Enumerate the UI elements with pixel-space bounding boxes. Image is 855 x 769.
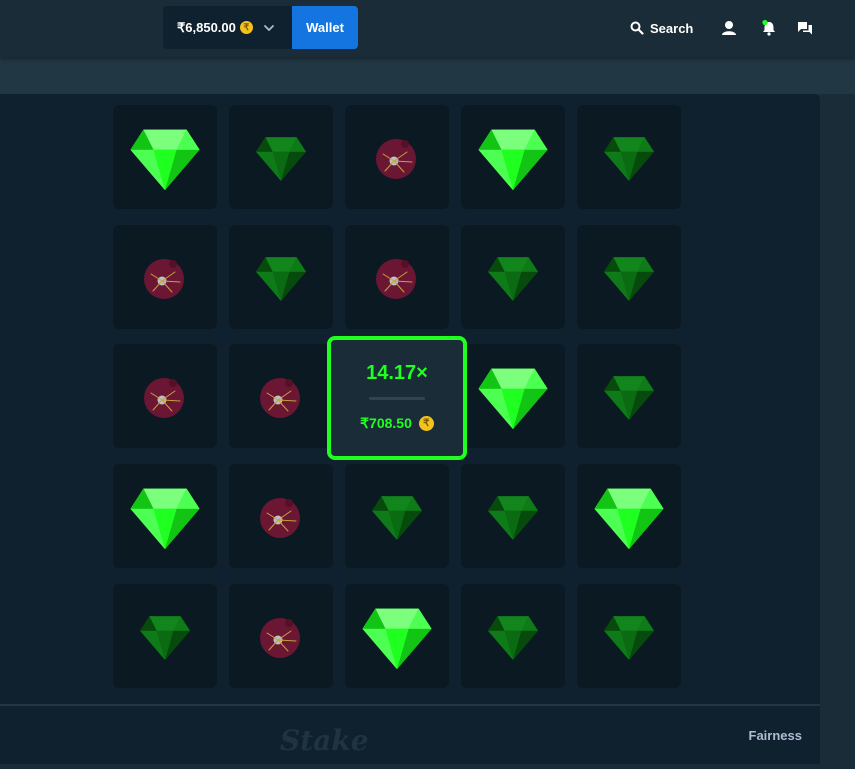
mine-icon — [376, 139, 416, 179]
game-footer: Stake Fairness — [0, 704, 820, 766]
board-tile[interactable] — [577, 344, 681, 448]
rupee-coin-icon: ₹ — [239, 21, 253, 34]
board-tile[interactable] — [229, 225, 333, 329]
gem-icon — [256, 257, 306, 301]
balance-selector[interactable]: ₹6,850.00 ₹ — [163, 6, 293, 49]
gem-icon — [488, 496, 538, 540]
board-tile[interactable] — [229, 464, 333, 568]
gem-icon — [604, 616, 654, 660]
board-tile[interactable] — [113, 464, 217, 568]
board-tile[interactable] — [345, 105, 449, 209]
fairness-link[interactable]: Fairness — [749, 728, 802, 743]
chevron-down-icon — [263, 24, 274, 31]
top-bar: ₹6,850.00 ₹ Wallet Search — [0, 0, 855, 57]
mine-icon — [260, 378, 300, 418]
user-icon[interactable] — [720, 19, 738, 37]
gem-icon — [488, 257, 538, 301]
revealed-gem-icon — [130, 129, 200, 191]
board-tile[interactable] — [345, 225, 449, 329]
board-tile[interactable] — [113, 344, 217, 448]
board-tile[interactable] — [577, 584, 681, 688]
win-payout: ₹708.50 ₹ — [331, 415, 463, 432]
board-tile[interactable] — [461, 464, 565, 568]
mine-icon — [260, 498, 300, 538]
bottom-strip — [0, 764, 855, 769]
stake-logo: Stake — [280, 724, 369, 757]
balance-amount: ₹6,850.00 — [177, 19, 236, 35]
board-tile[interactable] — [229, 344, 333, 448]
gem-icon — [604, 137, 654, 181]
gem-icon — [372, 496, 422, 540]
mine-icon — [260, 618, 300, 658]
win-payout-amount: ₹708.50 — [360, 415, 412, 431]
search-button[interactable]: Search — [630, 18, 693, 38]
sub-bar — [0, 57, 855, 94]
board-tile[interactable] — [577, 464, 681, 568]
board-tile[interactable] — [229, 584, 333, 688]
board-tile[interactable] — [345, 584, 449, 688]
notifications-icon[interactable] — [760, 19, 778, 37]
board-tile[interactable] — [461, 584, 565, 688]
wallet-button[interactable]: Wallet — [292, 6, 358, 49]
board-tile[interactable] — [577, 105, 681, 209]
mine-icon — [144, 378, 184, 418]
board-tile[interactable] — [229, 105, 333, 209]
mine-icon — [144, 259, 184, 299]
board-tile[interactable] — [113, 584, 217, 688]
win-divider — [369, 397, 425, 400]
chat-icon[interactable] — [796, 19, 814, 37]
gem-icon — [488, 616, 538, 660]
revealed-gem-icon — [130, 488, 200, 550]
gem-icon — [256, 137, 306, 181]
board-tile[interactable] — [113, 225, 217, 329]
board-tile[interactable] — [345, 464, 449, 568]
rupee-coin-icon: ₹ — [418, 416, 434, 431]
board-tile[interactable] — [461, 344, 565, 448]
mine-icon — [376, 259, 416, 299]
gem-icon — [604, 257, 654, 301]
board-tile[interactable] — [113, 105, 217, 209]
win-popup: 14.17× ₹708.50 ₹ — [327, 336, 467, 460]
search-icon — [630, 21, 644, 35]
game-panel: 14.17× ₹708.50 ₹ — [0, 94, 820, 704]
board-tile[interactable] — [461, 105, 565, 209]
gem-icon — [140, 616, 190, 660]
revealed-gem-icon — [594, 488, 664, 550]
win-multiplier: 14.17× — [366, 362, 428, 384]
gem-icon — [604, 376, 654, 420]
search-label: Search — [650, 20, 694, 36]
board-tile[interactable] — [461, 225, 565, 329]
board-tile[interactable] — [577, 225, 681, 329]
revealed-gem-icon — [362, 608, 432, 670]
revealed-gem-icon — [478, 368, 548, 430]
revealed-gem-icon — [478, 129, 548, 191]
